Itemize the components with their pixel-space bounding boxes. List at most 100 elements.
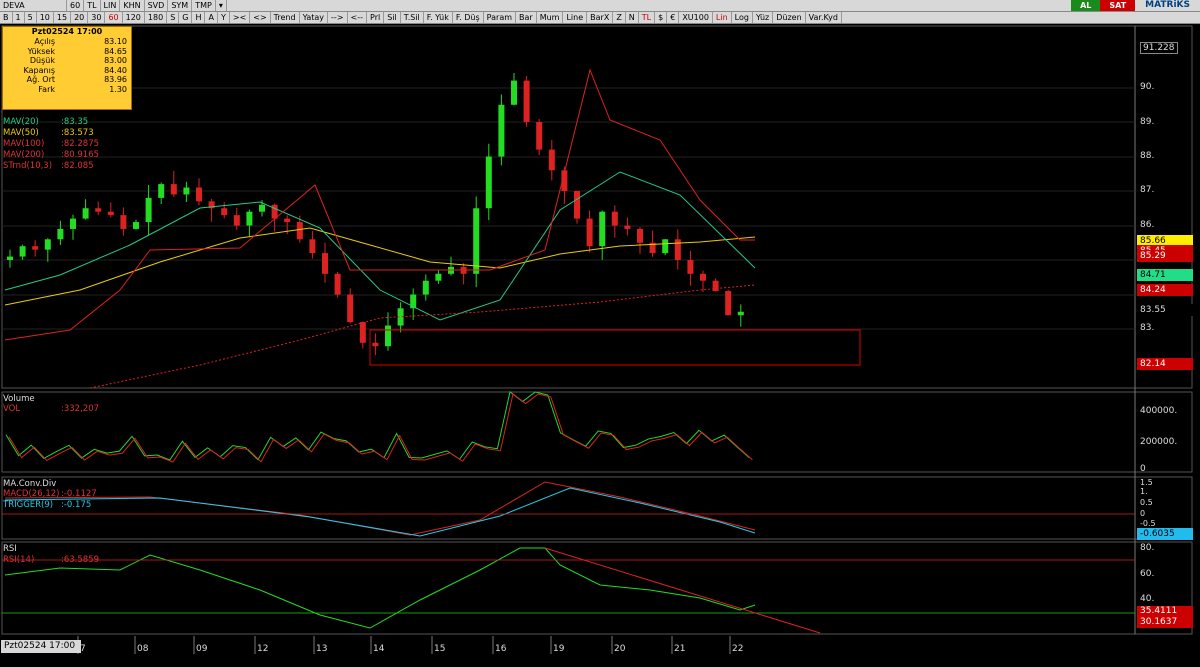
macd-panel-frame: [1, 476, 1193, 540]
candle-body: [422, 280, 429, 295]
info-row: Fark 1.30: [3, 85, 131, 95]
candle-body: [120, 215, 127, 229]
price-axis-label: 89.: [1140, 117, 1155, 127]
candle-body: [599, 211, 606, 247]
info-row: Düşük 83.00: [3, 56, 131, 66]
date-label: 22: [732, 644, 744, 654]
vol-axis-3: 0: [1140, 464, 1146, 474]
macd-spacer: [545, 480, 760, 528]
candle-body: [700, 273, 706, 281]
price-panel-frame: [1, 25, 1193, 389]
macd-axis-2: 1.: [1140, 487, 1148, 496]
indicator-lines: [4, 68, 756, 629]
legend-name: MAV(20): [3, 117, 39, 127]
price-flag: 83.55: [1137, 304, 1193, 316]
macd-flag: -0.6035: [1137, 528, 1193, 540]
date-label: 12: [257, 644, 269, 654]
candle-body: [334, 273, 341, 295]
candle-body: [662, 239, 669, 254]
macd-value: :-0.1127: [61, 489, 97, 499]
info-key: Düşük: [29, 56, 55, 65]
candle-body: [586, 218, 593, 247]
candle-body: [158, 184, 165, 198]
info-key: Kapanış: [23, 65, 55, 75]
candle-body: [296, 222, 303, 240]
volume-value: :332,207: [61, 404, 100, 414]
date-label: 20: [614, 644, 626, 654]
date-label: 21: [674, 644, 686, 654]
rsi-trendline: [544, 547, 821, 634]
macd-title: MA.Conv.Div: [3, 479, 57, 489]
price-axis-label: 91.228: [1140, 42, 1178, 54]
volume-title: Volume: [3, 394, 35, 404]
trigger-line: [4, 487, 756, 537]
legend-name: MAV(50): [3, 128, 39, 138]
info-row: Ağ. Ort 83.96: [3, 75, 131, 85]
ohlc-info-box: Pzt02524 17:00 Açılış 83.10 Yüksek 84.65 Düş…: [2, 26, 132, 110]
volume-line-red: [8, 393, 753, 463]
candle-body: [574, 191, 580, 219]
info-value: 84.65: [104, 46, 127, 56]
info-row: Kapanış 84.40: [3, 66, 131, 76]
price-axis-label: 86.: [1140, 220, 1155, 230]
date-label: 09: [196, 644, 208, 654]
candle-body: [322, 253, 328, 274]
legend-row: MAV(50) :83.573: [3, 128, 99, 139]
price-flag: 84.71: [1137, 269, 1193, 281]
info-row: Yüksek 84.65: [3, 47, 131, 57]
price-grid: [2, 87, 1135, 330]
price-axis-label: 87.: [1140, 185, 1155, 195]
date-ticks: [77, 636, 731, 654]
candle-body: [57, 228, 64, 240]
info-title: Pzt02524 17:00: [31, 27, 103, 36]
candle-body: [221, 208, 228, 216]
rsi-panel-frame: [1, 541, 1193, 635]
candle-body: [309, 239, 316, 254]
macd-label: MACD(26,12): [3, 489, 60, 499]
candle-body: [712, 280, 719, 292]
strend-line: [4, 68, 755, 341]
candle-body: [183, 187, 190, 195]
macd-axis-4: 0: [1140, 509, 1146, 518]
price-axis-label: 90.: [1140, 82, 1155, 92]
macd-axis-3: 0.5: [1140, 498, 1153, 507]
info-key: Açılış: [34, 37, 55, 46]
macd-legend: MACD(26,12):-0.1127 TRIGGER(9):-0.175: [3, 489, 97, 511]
vol-axis-1: 400000.: [1140, 406, 1178, 416]
price-flag: 85.29: [1137, 250, 1193, 262]
candle-body: [347, 294, 354, 323]
candle-body: [19, 246, 26, 257]
rsi-axis-3: 40.: [1140, 594, 1155, 604]
candle-body: [107, 211, 114, 216]
date-label: 13: [316, 644, 328, 654]
info-key: Ağ. Ort: [26, 75, 55, 84]
info-row: Açılış 83.10: [3, 37, 131, 47]
candle-body: [536, 122, 543, 150]
date-label: 19: [553, 644, 565, 654]
candle-body: [674, 239, 681, 260]
macd-axis-1: 1.5: [1140, 478, 1153, 487]
info-value: 83.00: [104, 56, 127, 65]
price-axis-label: 88.: [1140, 151, 1155, 161]
macd-axis-5: -0.5: [1140, 519, 1156, 528]
candle-body: [548, 149, 555, 171]
candle-body: [687, 260, 694, 274]
candle-body: [498, 104, 505, 157]
info-value: 1.30: [109, 84, 127, 94]
price-flag: 82.14: [1137, 358, 1193, 370]
status-datetime: Pzt02524 17:00: [1, 640, 81, 653]
info-value: 83.10: [104, 37, 127, 46]
candle-body: [737, 311, 744, 316]
legend-name: STrnd(10,3): [3, 161, 53, 171]
legend-row: MAV(200):80.9165: [3, 150, 99, 161]
candle-body: [624, 225, 631, 229]
price-axis-label: 83.: [1140, 323, 1155, 333]
candle-body: [511, 80, 517, 105]
volume-line-green: [5, 391, 750, 461]
candle-body: [725, 291, 732, 316]
legend-value: :83.573: [61, 128, 94, 138]
legend-name: MAV(100): [3, 139, 45, 149]
chart-canvas[interactable]: [0, 0, 1200, 667]
candle-body: [284, 218, 291, 223]
candle-body: [473, 208, 480, 274]
